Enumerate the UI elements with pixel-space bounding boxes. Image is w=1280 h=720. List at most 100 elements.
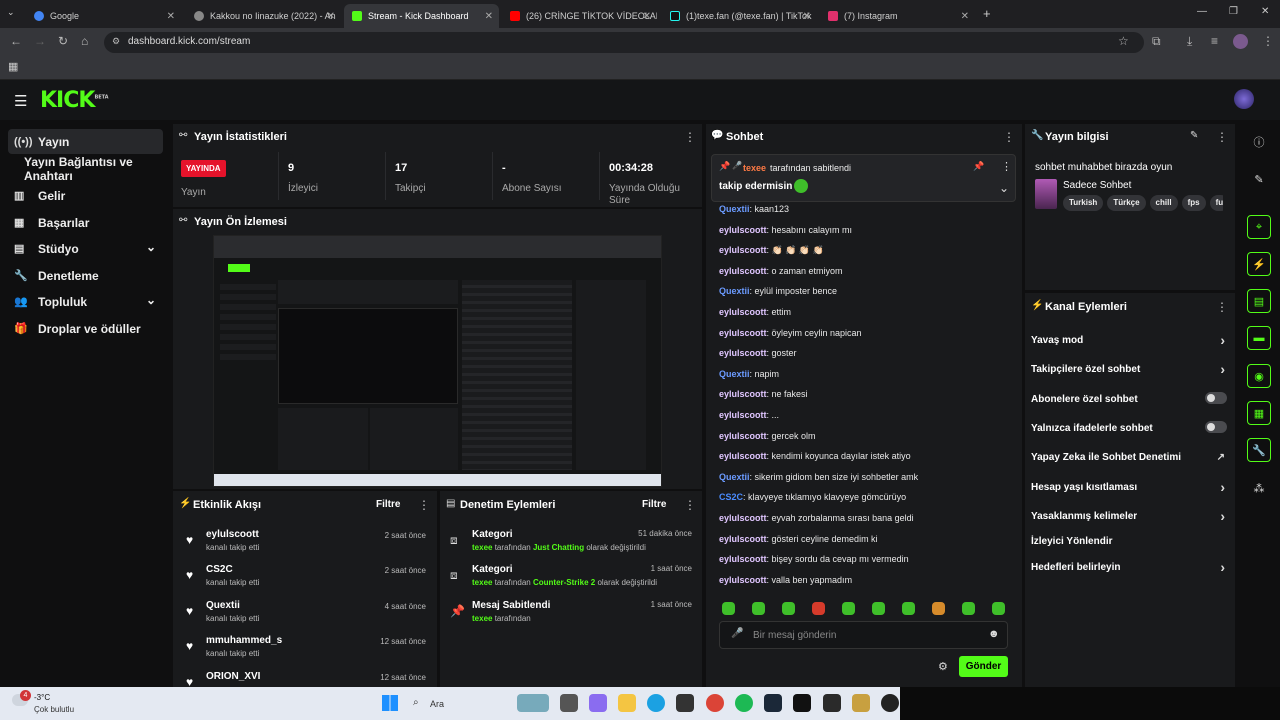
chat-username[interactable]: Quextii — [719, 204, 750, 214]
tiktok-icon[interactable] — [793, 694, 811, 712]
tab-youtube[interactable]: (26) CRİNGE TİKTOK VİDEOLARI ✕ — [502, 4, 657, 28]
chat-username[interactable]: eylulscoott — [719, 348, 767, 358]
info-icon[interactable]: ⓘ — [1247, 130, 1271, 154]
chat-username[interactable]: eylulscoott — [719, 534, 767, 544]
chat-username[interactable]: CS2C — [719, 492, 743, 502]
emote-icon[interactable] — [902, 602, 915, 615]
sidebar-item-studyo[interactable]: ▤ Stüdyo ⌄ — [8, 236, 163, 261]
sidebar-item-droplar[interactable]: 🎁 Droplar ve ödüller — [8, 316, 163, 341]
home-icon[interactable]: ⌂ — [81, 34, 88, 48]
chat-username[interactable]: eylulscoott — [719, 410, 767, 420]
emote-icon[interactable] — [872, 602, 885, 615]
emote-icon[interactable] — [962, 602, 975, 615]
search-icon[interactable]: ⌕ — [413, 697, 419, 708]
obs-icon[interactable] — [881, 694, 899, 712]
chat-icon[interactable]: ▬ — [1247, 326, 1271, 350]
profile-avatar[interactable] — [1233, 34, 1248, 49]
target-icon[interactable]: ⌖ — [1247, 215, 1271, 239]
activity-user[interactable]: ORION_XVI — [206, 671, 260, 682]
activity-user[interactable]: Quextii — [206, 600, 240, 611]
action-ai-moderation[interactable]: Yapay Zeka ile Sohbet Denetimi ↗ — [1031, 452, 1229, 463]
steam-icon[interactable] — [764, 694, 782, 712]
site-info-icon[interactable]: ⚙ — [112, 36, 120, 47]
pencil-icon[interactable]: ✎ — [1247, 167, 1271, 191]
windows-start-icon[interactable] — [382, 695, 398, 711]
chat-username[interactable]: Quextii — [719, 286, 750, 296]
sidebar-item-gelir[interactable]: ▥ Gelir — [8, 183, 163, 208]
mod-user[interactable]: texee — [472, 614, 492, 623]
close-tab-icon[interactable]: ✕ — [961, 11, 969, 22]
chat-username[interactable]: eylulscoott — [719, 245, 767, 255]
activity-filter-button[interactable]: Filtre — [376, 499, 400, 510]
pinned-more-icon[interactable]: ⋮ — [1001, 160, 1012, 173]
activity-user[interactable]: mmuhammed_s — [206, 635, 282, 646]
wrench-icon[interactable]: 🔧 — [1247, 438, 1271, 462]
spotify-icon[interactable] — [735, 694, 753, 712]
close-tab-icon[interactable]: ✕ — [485, 11, 493, 22]
emoji-icon[interactable]: ☻ — [988, 628, 1000, 640]
epic-games-icon[interactable] — [823, 694, 841, 712]
activity-user[interactable]: CS2C — [206, 564, 233, 575]
bookmark-star-icon[interactable]: ☆ — [1118, 34, 1129, 48]
chat-username[interactable]: eylulscoott — [719, 451, 767, 461]
document-icon[interactable]: ▤ — [1247, 289, 1271, 313]
channel-actions-more-icon[interactable]: ⋮ — [1216, 300, 1228, 314]
chat-username[interactable]: eylulscoott — [719, 554, 767, 564]
tab-tiktok[interactable]: (1)texe.fan (@texe.fan) | TikTok ✕ — [662, 4, 817, 28]
moderation-filter-button[interactable]: Filtre — [642, 499, 666, 510]
user-avatar[interactable] — [1234, 89, 1254, 109]
apps-grid-icon[interactable]: ▦ — [8, 60, 18, 73]
tab-search-icon[interactable]: ⌄ — [7, 7, 15, 18]
chat-username[interactable]: eylulscoott — [719, 389, 767, 399]
chrome-icon[interactable] — [706, 694, 724, 712]
sidebar-item-basarilar[interactable]: ▦ Başarılar — [8, 210, 163, 235]
app-icon[interactable] — [852, 694, 870, 712]
task-view-icon[interactable] — [560, 694, 578, 712]
tab-kick-dashboard[interactable]: Stream - Kick Dashboard ✕ — [344, 4, 499, 28]
file-explorer-icon[interactable] — [618, 694, 636, 712]
extensions-icon[interactable]: ⧉ — [1152, 34, 1161, 49]
store-icon[interactable] — [676, 694, 694, 712]
chat-username[interactable]: eylulscoott — [719, 575, 767, 585]
chat-username[interactable]: eylulscoott — [719, 307, 767, 317]
sidebar-item-denetleme[interactable]: 🔧 Denetleme — [8, 263, 163, 288]
activity-more-icon[interactable]: ⋮ — [418, 498, 430, 512]
action-raid[interactable]: İzleyici Yönlendir — [1031, 536, 1229, 547]
edit-icon[interactable]: ✎ — [1190, 130, 1198, 141]
category-name[interactable]: Sadece Sohbet — [1063, 180, 1131, 191]
activity-user[interactable]: eylulscoott — [206, 529, 259, 540]
lightning-icon[interactable]: ⚡ — [1247, 252, 1271, 276]
emote-icon[interactable] — [752, 602, 765, 615]
chat-settings-icon[interactable]: ⚙ — [938, 660, 948, 673]
back-icon[interactable]: ← — [10, 34, 22, 48]
chat-username[interactable]: Quextii — [719, 472, 750, 482]
unpin-icon[interactable]: 📌 — [973, 161, 984, 172]
edge-icon[interactable] — [647, 694, 665, 712]
apps-icon[interactable]: ⁂ — [1247, 476, 1271, 500]
sidebar-item-stream-key[interactable]: Yayın Bağlantısı ve Anahtarı — [8, 155, 178, 183]
chat-username[interactable]: eylulscoott — [719, 225, 767, 235]
tag-chip[interactable]: fu — [1209, 195, 1223, 211]
moderation-more-icon[interactable]: ⋮ — [684, 498, 696, 512]
close-tab-icon[interactable]: ✕ — [167, 11, 175, 22]
browser-menu-icon[interactable]: ⋮ — [1262, 34, 1274, 48]
stats-more-icon[interactable]: ⋮ — [684, 130, 696, 144]
mod-user[interactable]: texee — [472, 578, 492, 587]
new-tab-icon[interactable]: + — [983, 6, 991, 21]
close-tab-icon[interactable]: ✕ — [327, 11, 335, 22]
action-banned-words[interactable]: Yasaklanmış kelimeler › — [1031, 508, 1229, 524]
chat-username[interactable]: eylulscoott — [719, 266, 767, 276]
close-window-icon[interactable]: ✕ — [1261, 6, 1269, 17]
download-icon[interactable]: ⤓ — [1187, 34, 1192, 49]
tab-instagram[interactable]: (7) Instagram ✕ — [820, 4, 975, 28]
url-field[interactable]: dashboard.kick.com/stream — [104, 32, 1144, 53]
action-goals[interactable]: Hedefleri belirleyin › — [1031, 559, 1229, 575]
send-button[interactable]: Gönder — [959, 656, 1008, 677]
stream-info-more-icon[interactable]: ⋮ — [1216, 130, 1228, 144]
subscribers-only-toggle[interactable] — [1205, 392, 1227, 404]
chat-more-icon[interactable]: ⋮ — [1003, 130, 1015, 144]
tag-chip[interactable]: chill — [1149, 195, 1178, 211]
emote-icon[interactable] — [812, 602, 825, 615]
close-tab-icon[interactable]: ✕ — [803, 11, 811, 22]
action-followers-only[interactable]: Takipçilere özel sohbet › — [1031, 361, 1229, 377]
